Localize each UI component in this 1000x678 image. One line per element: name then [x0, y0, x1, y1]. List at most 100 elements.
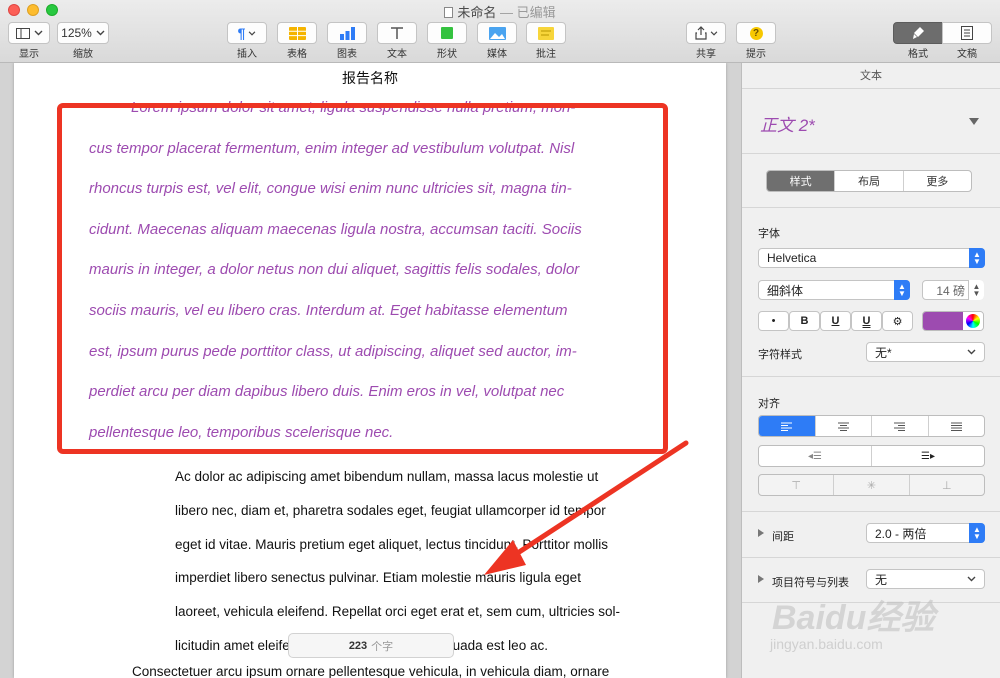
chevron-down-icon — [967, 349, 976, 355]
chevron-down-icon — [967, 576, 976, 582]
align-justify-icon[interactable] — [929, 416, 985, 436]
share-button[interactable] — [686, 22, 726, 44]
window-title: 未命名 — 已编辑 — [0, 2, 1000, 21]
view-button[interactable] — [8, 22, 50, 44]
shape-button[interactable] — [427, 22, 467, 44]
toolbar: 未命名 — 已编辑 显示 125% 缩放 ¶ 插入 表格 图表 文本 形状 媒体 — [0, 0, 1000, 63]
align-left-icon[interactable] — [759, 416, 816, 436]
view-label: 显示 — [19, 49, 39, 60]
double-underline-button[interactable]: U — [851, 311, 882, 331]
spacing-label: 间距 — [772, 531, 794, 543]
underline-button[interactable]: U — [820, 311, 851, 331]
alignment-control — [758, 415, 985, 437]
bullets-select[interactable]: 无 — [866, 569, 985, 589]
watermark-url: jingyan.baidu.com — [770, 636, 883, 652]
character-style-select[interactable]: 无* — [866, 342, 985, 362]
table-label: 表格 — [287, 49, 307, 60]
comment-label: 批注 — [536, 49, 556, 60]
chart-label: 图表 — [337, 49, 357, 60]
sidebar-icon — [15, 27, 30, 39]
chart-button[interactable] — [327, 22, 367, 44]
alignment-section-label: 对齐 — [758, 398, 780, 410]
word-count-badge[interactable]: 223 个字 — [288, 633, 454, 658]
zoom-select[interactable]: 125% — [57, 22, 109, 44]
color-wheel-icon[interactable] — [963, 312, 983, 330]
inspector-tabs: 样式 布局 更多 — [766, 170, 972, 192]
indent-control: ◂☰ ☰▸ — [758, 445, 985, 467]
image-icon — [488, 26, 506, 40]
divider — [742, 153, 1000, 154]
text-line[interactable]: Ac dolor ac adipiscing amet bibendum nul… — [175, 460, 675, 494]
align-bottom-icon[interactable]: ⊥ — [910, 475, 984, 495]
zoom-label: 缩放 — [73, 49, 93, 60]
text-label: 文本 — [387, 49, 407, 60]
comment-button[interactable] — [526, 22, 566, 44]
font-family-select[interactable]: Helvetica ▲ ▼ — [758, 248, 985, 268]
select-arrows-icon: ▲ ▼ — [969, 523, 985, 543]
align-center-icon[interactable] — [816, 416, 872, 436]
tips-button[interactable]: ? — [736, 22, 776, 44]
bold-button[interactable]: B — [789, 311, 820, 331]
text-button[interactable] — [377, 22, 417, 44]
vertical-align-control: ⊤ ✳ ⊥ — [758, 474, 985, 496]
document-button[interactable] — [942, 22, 992, 44]
divider — [742, 511, 1000, 512]
chevron-down-icon — [34, 30, 42, 36]
insert-button[interactable]: ¶ — [227, 22, 267, 44]
format-inspector: 文本 正文 2* 样式 布局 更多 字体 Helvetica ▲ ▼ 细斜体 ▲ ▼… — [741, 63, 1000, 678]
align-top-icon[interactable]: ⊤ — [759, 475, 835, 495]
table-button[interactable] — [277, 22, 317, 44]
text-line[interactable]: imperdiet libero senectus pulvinar. Etia… — [175, 561, 675, 595]
doc-title[interactable]: 报告名称 — [14, 68, 726, 88]
text-t-icon — [391, 27, 403, 39]
insert-label: 插入 — [237, 49, 257, 60]
text-color-swatch[interactable] — [923, 312, 963, 330]
question-icon: ? — [749, 26, 763, 40]
text-line[interactable]: Consectetuer arcu ipsum ornare pellentes… — [132, 664, 609, 678]
annotation-highlight-box — [57, 103, 668, 454]
watermark-logo: Baidu经验 — [772, 599, 935, 637]
text-options-gear-icon[interactable]: ⚙ — [882, 311, 913, 331]
pilcrow-icon: ¶ — [237, 25, 246, 41]
text-line[interactable]: laoreet, vehicula eleifend. Repellat orc… — [175, 595, 675, 629]
divider — [742, 557, 1000, 558]
bar-chart-icon — [339, 26, 355, 40]
format-button[interactable] — [893, 22, 943, 44]
square-icon — [441, 27, 453, 39]
increase-indent-icon[interactable]: ☰▸ — [872, 446, 984, 466]
document-label: 文稿 — [957, 49, 977, 60]
share-icon — [694, 26, 707, 40]
comment-icon — [538, 26, 554, 40]
document-icon — [961, 26, 973, 40]
bullet-style-button[interactable]: • — [758, 311, 789, 331]
inspector-header: 文本 — [742, 63, 1000, 89]
text-line[interactable]: eget id vitae. Mauris pretium eget aliqu… — [175, 528, 675, 562]
media-button[interactable] — [477, 22, 517, 44]
font-weight-select[interactable]: 细斜体 ▲ ▼ — [758, 280, 910, 300]
tab-more[interactable]: 更多 — [904, 171, 971, 191]
spacing-select[interactable]: 2.0 - 两倍 ▲ ▼ — [866, 523, 985, 543]
paintbrush-icon — [913, 27, 924, 39]
paragraph-style-name[interactable]: 正文 2* — [760, 111, 815, 136]
align-right-icon[interactable] — [872, 416, 929, 436]
tips-label: 提示 — [746, 49, 766, 60]
font-size-stepper[interactable]: 14 磅 ▲ ▼ — [922, 280, 984, 300]
text-color-well[interactable] — [922, 311, 984, 331]
bullets-label: 项目符号与列表 — [772, 577, 849, 589]
decrease-indent-icon[interactable]: ◂☰ — [759, 446, 872, 466]
spacing-disclosure-icon[interactable] — [758, 529, 764, 537]
text-line[interactable]: libero nec, diam et, pharetra sodales eg… — [175, 494, 675, 528]
divider — [742, 376, 1000, 377]
font-section-label: 字体 — [758, 228, 780, 240]
format-label: 格式 — [908, 49, 928, 60]
shape-label: 形状 — [437, 49, 457, 60]
document-file-icon — [444, 7, 454, 18]
tab-layout[interactable]: 布局 — [835, 171, 904, 191]
align-middle-icon[interactable]: ✳ — [834, 475, 910, 495]
select-arrows-icon: ▲ ▼ — [894, 280, 910, 300]
tab-style[interactable]: 样式 — [767, 171, 836, 191]
style-menu-triangle-icon[interactable] — [969, 118, 979, 125]
stepper-arrows-icon: ▲ ▼ — [968, 280, 984, 300]
select-arrows-icon: ▲ ▼ — [969, 248, 985, 268]
bullets-disclosure-icon[interactable] — [758, 575, 764, 583]
